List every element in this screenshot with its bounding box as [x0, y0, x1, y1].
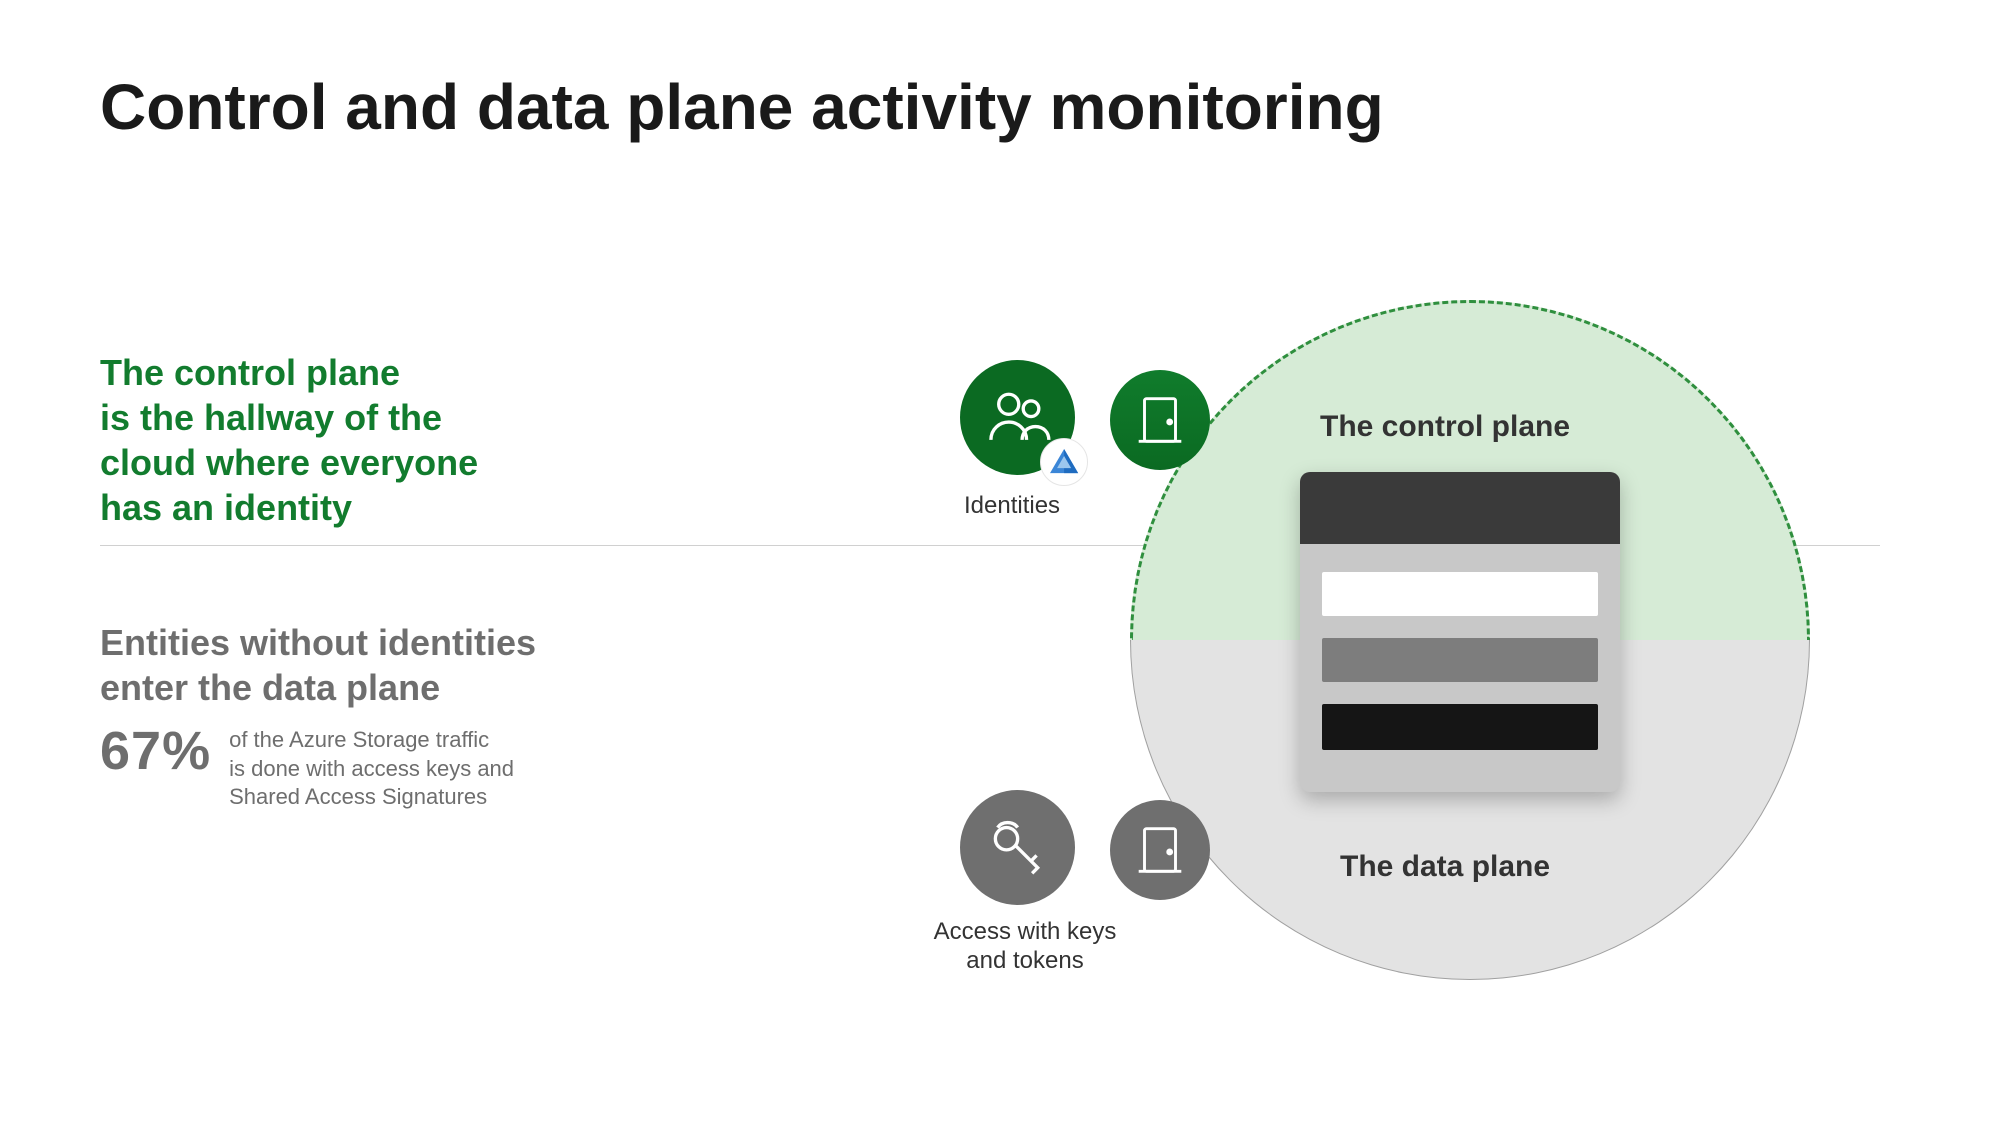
door-icon — [1110, 370, 1210, 470]
data-plane-label: The data plane — [1340, 850, 1550, 884]
identities-label: Identities — [964, 492, 1060, 520]
stat-row: 67% of the Azure Storage trafficis done … — [100, 720, 514, 812]
control-plane-description: The control planeis the hallway of thecl… — [100, 350, 478, 530]
azure-ad-icon — [1040, 438, 1088, 486]
data-plane-subtitle: Entities without identitiesenter the dat… — [100, 620, 536, 710]
stat-percentage: 67% — [100, 720, 211, 782]
window-row-dark — [1322, 704, 1598, 750]
window-row-gray — [1322, 638, 1598, 682]
slide-title: Control and data plane activity monitori… — [100, 70, 1384, 144]
app-window-header — [1300, 472, 1620, 544]
door-icon — [1110, 800, 1210, 900]
window-row-white — [1322, 572, 1598, 616]
plane-diagram: The control plane The data plane — [900, 260, 1940, 1020]
access-keys-label: Access with keysand tokens — [930, 918, 1120, 976]
app-window-body — [1300, 544, 1620, 778]
stat-description: of the Azure Storage trafficis done with… — [229, 720, 514, 812]
keys-icon — [960, 790, 1075, 905]
app-window-icon — [1300, 472, 1620, 792]
control-plane-label: The control plane — [1320, 410, 1570, 444]
